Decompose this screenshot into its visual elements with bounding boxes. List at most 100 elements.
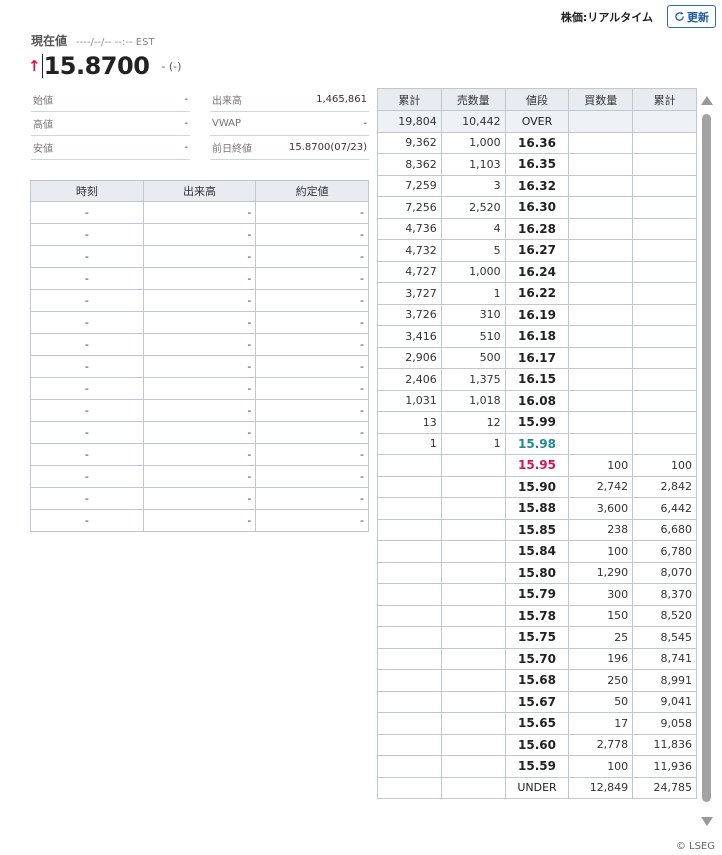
buy-qty: 100 (568, 454, 634, 477)
price: 15.85 (504, 518, 570, 541)
stat-label: 出来高 (212, 96, 242, 107)
buy-cumulative (632, 239, 697, 262)
buy-cumulative (632, 260, 697, 283)
refresh-icon (675, 11, 684, 21)
order-book-row: 15.70 196 8,741 (377, 647, 697, 670)
order-book-scrollbar[interactable] (700, 96, 713, 826)
order-book-row: 15.78 150 8,520 (377, 604, 697, 627)
sell-cumulative: 3,727 (377, 282, 442, 305)
stat-label: 高値 (33, 120, 53, 131)
sell-cumulative (377, 733, 442, 756)
price: 15.84 (504, 540, 570, 563)
buy-cumulative (632, 368, 697, 391)
sell-cumulative (377, 561, 442, 584)
order-book-row: 3,727 1 16.22 (377, 282, 697, 305)
sell-qty (440, 647, 506, 670)
buy-qty (568, 325, 634, 348)
buy-cumulative: 24,785 (632, 776, 697, 799)
price-display: ↑ 15.8700 - (-) (28, 52, 181, 80)
trade-volume: - (142, 333, 257, 356)
stats-panel: 始値 - 出来高 1,465,861 高値 - VWAP - 安値 - 前日終値… (31, 88, 369, 160)
buy-qty: 2,742 (568, 475, 634, 498)
scrollbar-thumb[interactable] (702, 114, 711, 802)
buy-cumulative (632, 174, 697, 197)
buy-cumulative: 8,520 (632, 604, 697, 627)
buy-cumulative (632, 153, 697, 176)
stat-label: 前日終値 (212, 144, 252, 155)
order-book-row: 15.90 2,742 2,842 (377, 475, 697, 498)
order-book-row: 15.65 17 9,058 (377, 712, 697, 735)
buy-qty (568, 174, 634, 197)
buy-qty: 300 (568, 583, 634, 606)
sell-qty (440, 776, 506, 799)
trade-time: - (30, 465, 144, 488)
trades-header-row: 時刻 出来高 約定値 (30, 180, 369, 202)
sell-qty (440, 583, 506, 606)
sell-cumulative: 1 (377, 432, 442, 455)
buy-qty: 17 (568, 712, 634, 735)
stat-label: VWAP (212, 118, 242, 129)
price: 15.95 (504, 454, 570, 477)
trade-price: - (255, 223, 369, 246)
trade-volume: - (142, 311, 257, 334)
trade-volume: - (142, 267, 257, 290)
trade-price: - (255, 289, 369, 312)
trade-price: - (255, 377, 369, 400)
buy-qty (568, 196, 634, 219)
scroll-up-icon[interactable] (701, 96, 713, 105)
order-book-row: 15.59 100 11,936 (377, 755, 697, 778)
sell-qty: 1,000 (440, 260, 506, 283)
order-book-row: 2,406 1,375 16.15 (377, 368, 697, 391)
stat-value: 15.8700(07/23) (289, 142, 367, 153)
scroll-down-icon[interactable] (701, 817, 713, 826)
trade-row: --- (30, 355, 369, 378)
buy-cumulative (632, 196, 697, 219)
trade-time: - (30, 509, 144, 532)
trade-volume: - (142, 443, 257, 466)
refresh-button[interactable]: 更新 (667, 5, 716, 28)
trade-price: - (255, 421, 369, 444)
sell-qty: 3 (440, 174, 506, 197)
sell-qty: 500 (440, 346, 506, 369)
price: 15.60 (504, 733, 570, 756)
trade-row: --- (30, 421, 369, 444)
price: 16.22 (504, 282, 570, 305)
stat-open: 始値 - (31, 88, 190, 112)
buy-cumulative: 9,058 (632, 712, 697, 735)
trade-row: --- (30, 289, 369, 312)
buy-qty: 1,290 (568, 561, 634, 584)
sell-cumulative (377, 690, 442, 713)
order-book-row: 9,362 1,000 16.36 (377, 131, 697, 154)
trade-price: - (255, 333, 369, 356)
price: OVER (504, 110, 570, 133)
trade-row: --- (30, 333, 369, 356)
price: 16.30 (504, 196, 570, 219)
buy-cumulative: 11,836 (632, 733, 697, 756)
trade-time: - (30, 333, 144, 356)
sell-qty: 5 (440, 239, 506, 262)
trade-price: - (255, 443, 369, 466)
price: 16.18 (504, 325, 570, 348)
buy-cumulative: 6,780 (632, 540, 697, 563)
buy-qty: 238 (568, 518, 634, 541)
buy-qty (568, 153, 634, 176)
stat-value: - (184, 118, 188, 129)
buy-qty (568, 411, 634, 434)
trade-price: - (255, 465, 369, 488)
buy-qty (568, 346, 634, 369)
sell-qty (440, 626, 506, 649)
price: 16.15 (504, 368, 570, 391)
sell-qty: 4 (440, 217, 506, 240)
price: 16.36 (504, 131, 570, 154)
stat-vwap: VWAP - (210, 112, 369, 136)
buy-qty: 196 (568, 647, 634, 670)
sell-qty: 1,375 (440, 368, 506, 391)
trade-row: --- (30, 223, 369, 246)
sell-qty (440, 755, 506, 778)
col-buy-cumulative: 累計 (632, 88, 697, 111)
trade-volume: - (142, 289, 257, 312)
sell-cumulative: 13 (377, 411, 442, 434)
price: 15.98 (504, 432, 570, 455)
order-book-row: 15.67 50 9,041 (377, 690, 697, 713)
trade-row: --- (30, 245, 369, 268)
